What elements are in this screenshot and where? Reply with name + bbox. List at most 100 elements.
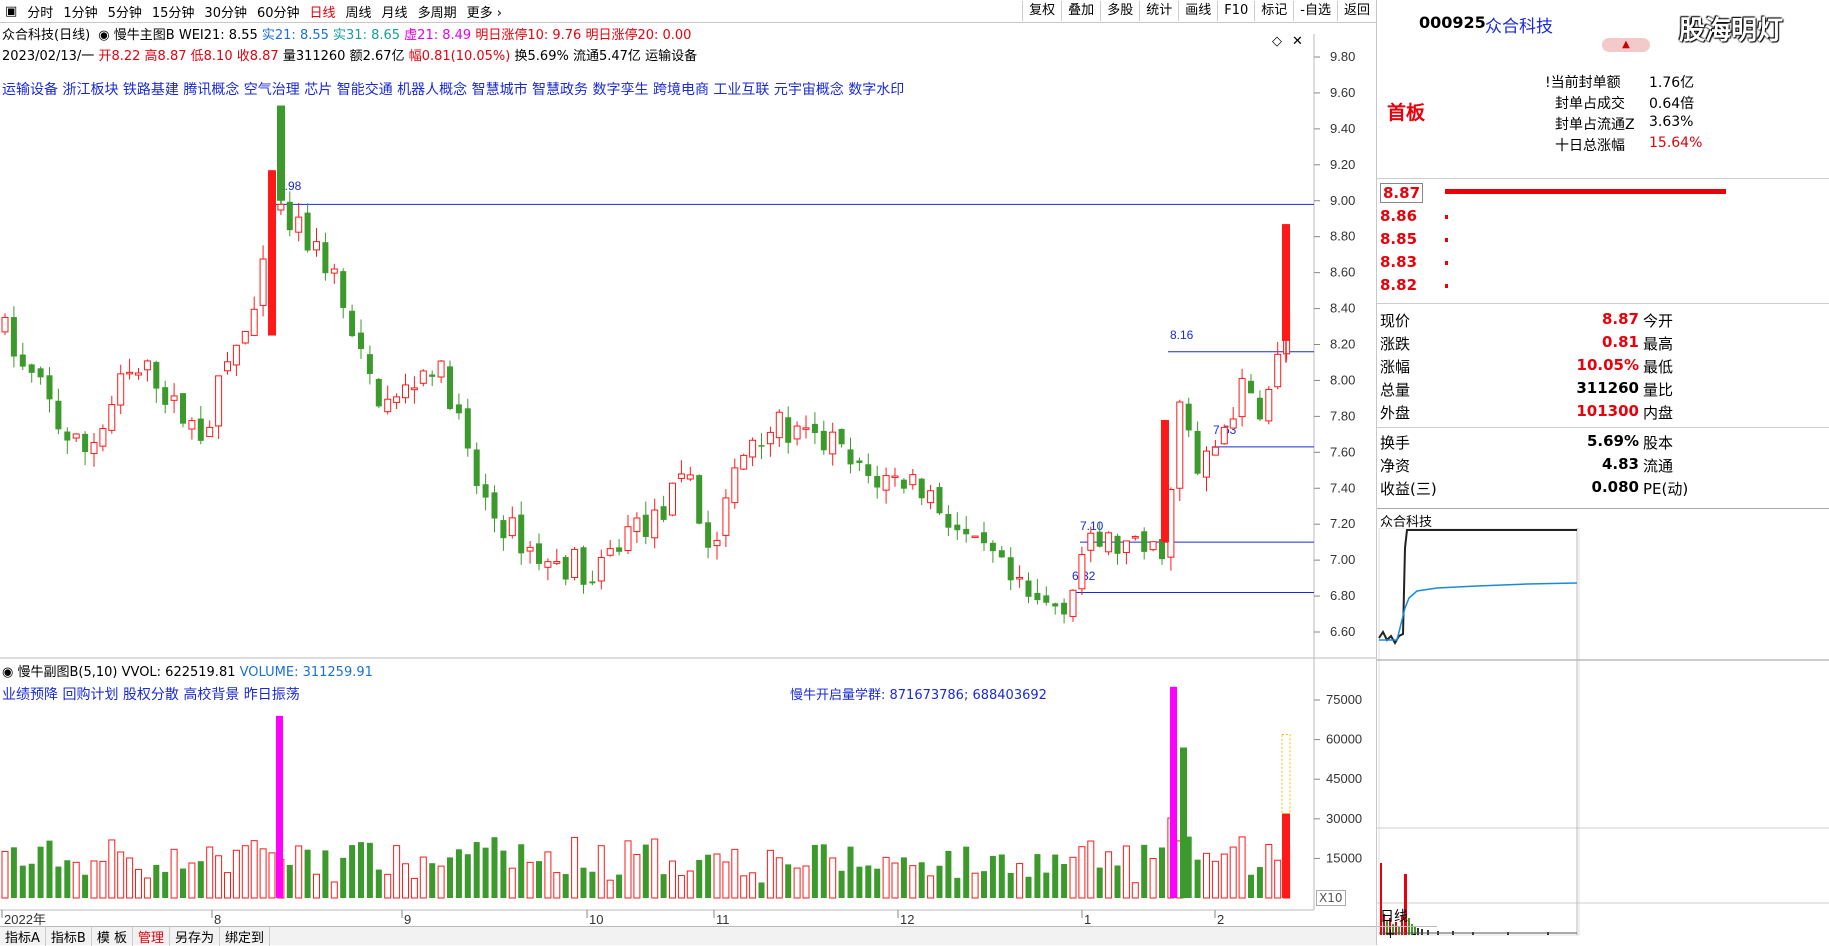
volume-bar: [981, 871, 987, 898]
candle-body: [384, 398, 392, 413]
bottom-tab-daily[interactable]: 日线: [1380, 906, 1408, 926]
ten-day-value: 15.64%: [1649, 135, 1703, 151]
volume-bar: [1203, 852, 1210, 899]
volume-bar: [793, 867, 801, 899]
candle-body: [375, 378, 382, 407]
candle-body: [206, 426, 214, 438]
volume-bar: [553, 872, 561, 899]
candle-body: [633, 517, 641, 533]
tab-bind-to[interactable]: 绑定到: [220, 926, 271, 946]
volume-bar: [766, 849, 774, 899]
volume-bar: [162, 871, 169, 898]
zoom-out-button[interactable]: -: [1404, 927, 1425, 945]
volume-bar: [1105, 851, 1113, 899]
volume-bar: [126, 857, 134, 899]
volume-tick-label: 75000: [1326, 692, 1362, 707]
kline-chart[interactable]: 8.988.167.637.106.82 9.809.609.409.209.0…: [0, 0, 1376, 945]
quote-label: 总量: [1380, 381, 1411, 399]
candle-body: [624, 526, 632, 552]
volume-unit: X10: [1316, 890, 1346, 906]
volume-bar: [500, 850, 507, 898]
volume-bar: [918, 862, 925, 898]
candle-body: [900, 479, 907, 489]
volume-indicator-icon[interactable]: ◉: [2, 665, 13, 680]
volume-bar: [473, 842, 480, 898]
candle-body: [1229, 418, 1237, 429]
candle-body: [580, 547, 587, 585]
volume-bar: [713, 853, 721, 899]
collapse-button[interactable]: ▲: [1602, 38, 1650, 52]
candle-body: [180, 393, 186, 424]
volume-bar: [536, 861, 542, 898]
fund-label: 股本: [1643, 434, 1674, 452]
candle-body: [224, 361, 231, 372]
candle-body: [616, 547, 623, 552]
candle-body: [838, 428, 845, 445]
volume-bar: [180, 868, 186, 898]
status-bar: 指标A 指标B 模 板 管理 另存为 绑定到: [0, 926, 1376, 946]
candle-body: [1161, 419, 1169, 543]
intraday-mini-chart[interactable]: [1377, 528, 1829, 943]
volume-bar: [580, 867, 587, 898]
volume-bar: [829, 857, 837, 899]
volume-bar: [1069, 856, 1077, 899]
candle-body: [963, 528, 970, 535]
candle-body: [526, 546, 534, 552]
fund-label: 净资: [1380, 457, 1411, 475]
tab-indicator-b[interactable]: 指标B: [46, 926, 92, 946]
volume-bar: [55, 866, 62, 898]
candle-body: [259, 258, 267, 306]
volume-bar: [1265, 843, 1273, 899]
candle-body: [170, 395, 178, 401]
tab-template[interactable]: 模 板: [92, 926, 133, 946]
volume-bar: [1282, 813, 1290, 898]
candle-body: [686, 474, 694, 480]
candle-body: [562, 556, 569, 580]
candle-body: [1061, 602, 1068, 615]
volume-tags[interactable]: 业绩预降 回购计划 股权分散 高校背景 昨日振荡: [2, 684, 300, 704]
tab-manage[interactable]: 管理: [133, 926, 170, 946]
tab-save-as[interactable]: 另存为: [170, 926, 220, 946]
volume-bar: [1078, 846, 1086, 899]
volume-bar: [900, 857, 907, 898]
zoom-in-button[interactable]: +: [1377, 927, 1404, 945]
group-notice: 慢牛开启量学群: 871673786; 688403692: [790, 688, 1047, 703]
candle-body: [758, 445, 765, 447]
candle-body: [429, 374, 436, 377]
candle-body: [891, 475, 899, 479]
volume-indicator-name[interactable]: 慢牛副图B(5,10): [17, 665, 117, 680]
volume-bar: [1229, 846, 1237, 899]
intraday-volume: [1379, 863, 1577, 935]
candle-body: [811, 423, 818, 433]
candle-body: [410, 387, 418, 391]
candle-body: [393, 396, 401, 403]
volume-tick-label: 15000: [1326, 850, 1362, 865]
volume-bar: [37, 846, 44, 898]
volume-bar: [322, 850, 329, 898]
quote-label: 最低: [1643, 358, 1674, 376]
volume-bar: [731, 848, 739, 899]
candle-body: [785, 417, 792, 443]
candle-body: [1211, 446, 1219, 456]
volume-bar: [366, 842, 373, 898]
volume-bar: [1034, 854, 1041, 898]
candle-body: [802, 427, 810, 430]
candle-body: [696, 475, 703, 524]
tab-indicator-a[interactable]: 指标A: [0, 926, 46, 946]
candle-body: [1274, 353, 1282, 388]
volume-bar: [865, 865, 872, 898]
price-tick-label: 8.20: [1330, 337, 1355, 352]
ladder-price: 8.87: [1380, 183, 1424, 203]
volume-bar: [447, 857, 453, 898]
candle-body: [126, 371, 134, 375]
volume-bar: [1096, 867, 1103, 898]
seal-amount: 1.76亿: [1649, 75, 1695, 91]
candle-body: [1176, 401, 1184, 489]
stock-name[interactable]: 众合科技: [1485, 12, 1553, 37]
quote-label: 最高: [1643, 335, 1674, 353]
volume-bar: [660, 874, 667, 898]
volume-bar: [429, 863, 436, 898]
volume-tick-label: 60000: [1326, 732, 1362, 747]
volume-bar: [464, 854, 471, 898]
candle-body: [340, 271, 347, 308]
